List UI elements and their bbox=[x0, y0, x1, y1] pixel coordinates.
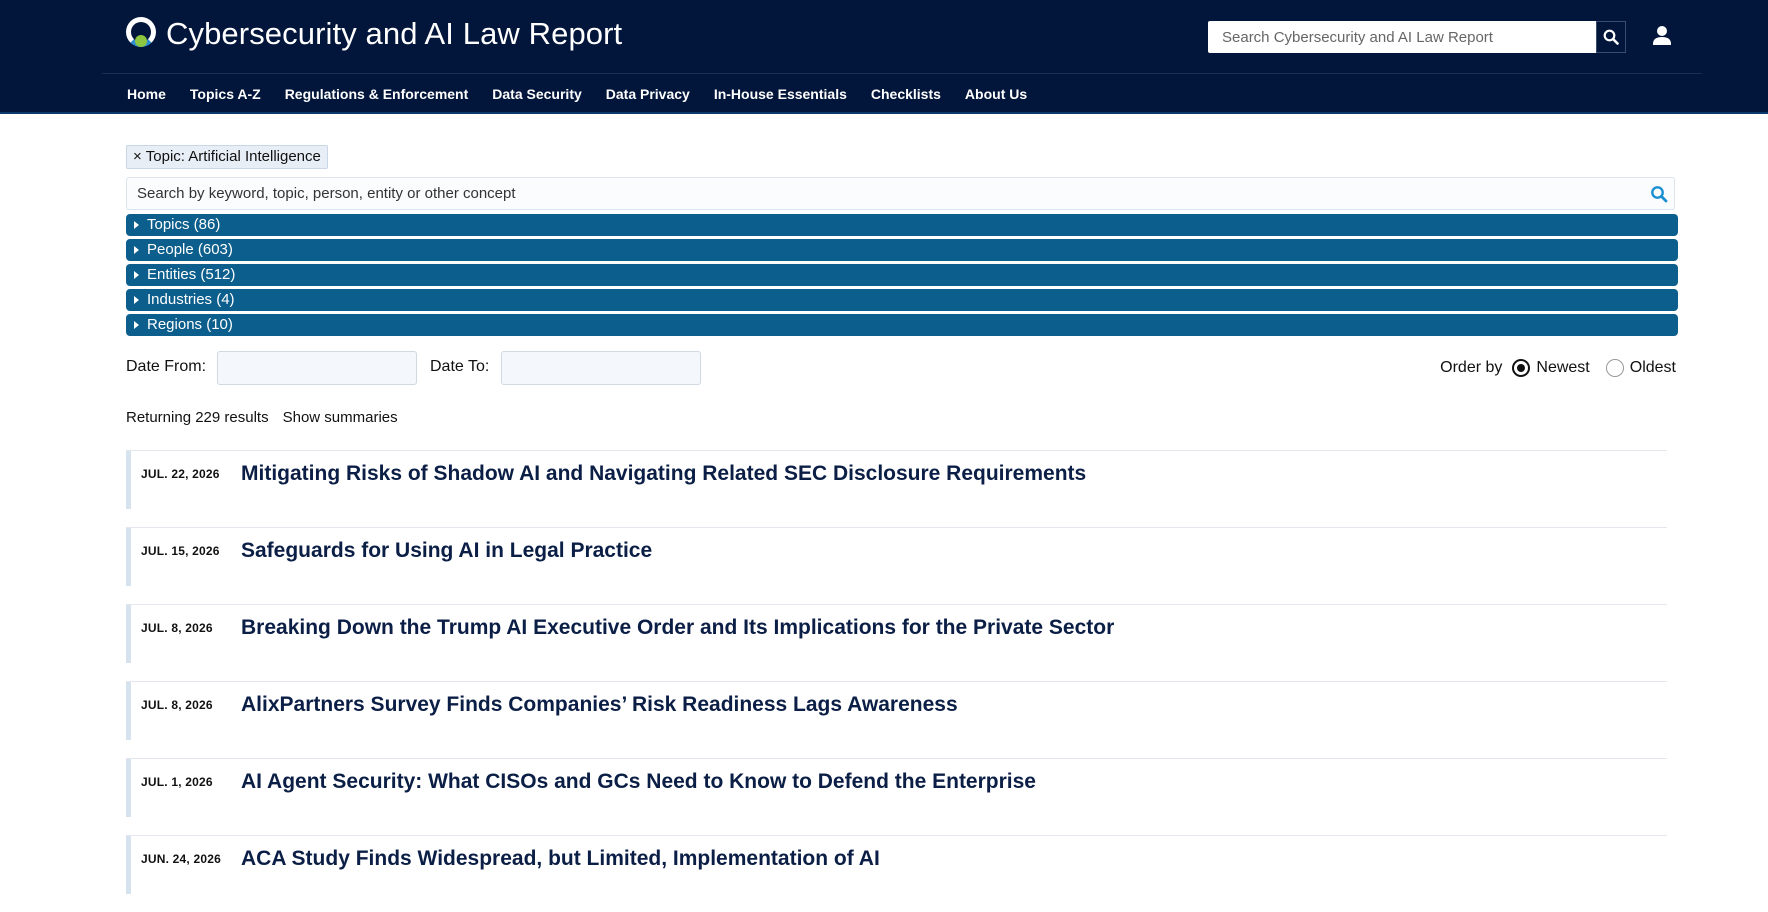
list-item: JUL. 22, 2026 Mitigating Risks of Shadow… bbox=[126, 450, 1667, 527]
search-icon[interactable] bbox=[1650, 185, 1668, 203]
results-list: JUL. 22, 2026 Mitigating Risks of Shadow… bbox=[126, 450, 1667, 912]
results-info: Returning 229 results Show summaries bbox=[126, 409, 398, 426]
nav-regulations-enforcement[interactable]: Regulations & Enforcement bbox=[285, 82, 469, 106]
active-filter-chip: × Topic: Artificial Intelligence bbox=[126, 145, 328, 169]
list-item: JUN. 24, 2026 ACA Study Finds Widespread… bbox=[126, 835, 1667, 912]
site-header: Cybersecurity and AI Law Report Home Top… bbox=[0, 0, 1768, 114]
list-item: JUL. 8, 2026 Breaking Down the Trump AI … bbox=[126, 604, 1667, 681]
item-title-link[interactable]: Mitigating Risks of Shadow AI and Naviga… bbox=[241, 462, 1086, 486]
main-nav: Home Topics A-Z Regulations & Enforcemen… bbox=[127, 82, 1051, 106]
order-by: Order by Newest Oldest bbox=[1440, 359, 1676, 377]
item-accent-bar bbox=[126, 836, 131, 894]
item-title-link[interactable]: ACA Study Finds Widespread, but Limited,… bbox=[241, 847, 880, 871]
site-title: Cybersecurity and AI Law Report bbox=[166, 16, 623, 51]
item-date: JUN. 24, 2026 bbox=[141, 852, 221, 866]
item-title-link[interactable]: AI Agent Security: What CISOs and GCs Ne… bbox=[241, 770, 1036, 794]
nav-home[interactable]: Home bbox=[127, 82, 166, 106]
site-search-button[interactable] bbox=[1596, 21, 1626, 53]
date-order-row: Date From: Date To: Order by Newest Olde… bbox=[126, 351, 1676, 387]
order-oldest-label[interactable]: Oldest bbox=[1630, 359, 1676, 377]
list-item: JUL. 8, 2026 AlixPartners Survey Finds C… bbox=[126, 681, 1667, 758]
site-search-input[interactable] bbox=[1208, 22, 1596, 52]
results-count: Returning 229 results bbox=[126, 409, 269, 426]
logo-mark-icon bbox=[126, 17, 156, 51]
search-icon bbox=[1603, 29, 1619, 45]
item-title-link[interactable]: Breaking Down the Trump AI Executive Ord… bbox=[241, 616, 1114, 640]
item-accent-bar bbox=[126, 451, 131, 509]
item-accent-bar bbox=[126, 528, 131, 586]
active-filter-label: Topic: Artificial Intelligence bbox=[145, 148, 321, 165]
caret-right-icon bbox=[134, 321, 139, 329]
nav-checklists[interactable]: Checklists bbox=[871, 82, 941, 106]
facet-industries[interactable]: Industries (4) bbox=[126, 289, 1678, 311]
nav-in-house-essentials[interactable]: In-House Essentials bbox=[714, 82, 847, 106]
caret-right-icon bbox=[134, 246, 139, 254]
item-date: JUL. 8, 2026 bbox=[141, 621, 213, 635]
order-newest-label[interactable]: Newest bbox=[1536, 359, 1589, 377]
order-by-label: Order by bbox=[1440, 359, 1503, 376]
facet-people[interactable]: People (603) bbox=[126, 239, 1678, 261]
nav-divider bbox=[102, 73, 1702, 74]
facet-list: Topics (86) People (603) Entities (512) … bbox=[126, 214, 1678, 339]
caret-right-icon bbox=[134, 296, 139, 304]
facet-topics[interactable]: Topics (86) bbox=[126, 214, 1678, 236]
show-summaries-link[interactable]: Show summaries bbox=[283, 409, 398, 426]
caret-right-icon bbox=[134, 221, 139, 229]
order-oldest-radio[interactable] bbox=[1605, 359, 1624, 377]
facet-entities[interactable]: Entities (512) bbox=[126, 264, 1678, 286]
keyword-search-input[interactable] bbox=[127, 178, 1627, 209]
date-to-label: Date To: bbox=[430, 358, 490, 375]
nav-data-security[interactable]: Data Security bbox=[492, 82, 581, 106]
nav-data-privacy[interactable]: Data Privacy bbox=[606, 82, 690, 106]
date-from-input[interactable] bbox=[217, 351, 417, 385]
nav-topics-a-z[interactable]: Topics A-Z bbox=[190, 82, 261, 106]
list-item: JUL. 1, 2026 AI Agent Security: What CIS… bbox=[126, 758, 1667, 835]
nav-about-us[interactable]: About Us bbox=[965, 82, 1027, 106]
remove-filter-icon[interactable]: × bbox=[133, 148, 142, 165]
site-search bbox=[1208, 21, 1626, 53]
item-accent-bar bbox=[126, 759, 131, 817]
facet-regions[interactable]: Regions (10) bbox=[126, 314, 1678, 336]
site-logo[interactable]: Cybersecurity and AI Law Report bbox=[126, 16, 622, 52]
keyword-search bbox=[126, 177, 1675, 210]
item-accent-bar bbox=[126, 682, 131, 740]
item-date: JUL. 1, 2026 bbox=[141, 775, 213, 789]
item-date: JUL. 15, 2026 bbox=[141, 544, 220, 558]
item-accent-bar bbox=[126, 605, 131, 663]
item-title-link[interactable]: AlixPartners Survey Finds Companies’ Ris… bbox=[241, 693, 958, 717]
date-from-label: Date From: bbox=[126, 358, 207, 375]
item-title-link[interactable]: Safeguards for Using AI in Legal Practic… bbox=[241, 539, 652, 563]
item-date: JUL. 8, 2026 bbox=[141, 698, 213, 712]
caret-right-icon bbox=[134, 271, 139, 279]
date-to-input[interactable] bbox=[501, 351, 701, 385]
order-newest-radio[interactable] bbox=[1512, 359, 1531, 377]
item-date: JUL. 22, 2026 bbox=[141, 467, 220, 481]
user-account-icon[interactable] bbox=[1650, 24, 1674, 50]
list-item: JUL. 15, 2026 Safeguards for Using AI in… bbox=[126, 527, 1667, 604]
